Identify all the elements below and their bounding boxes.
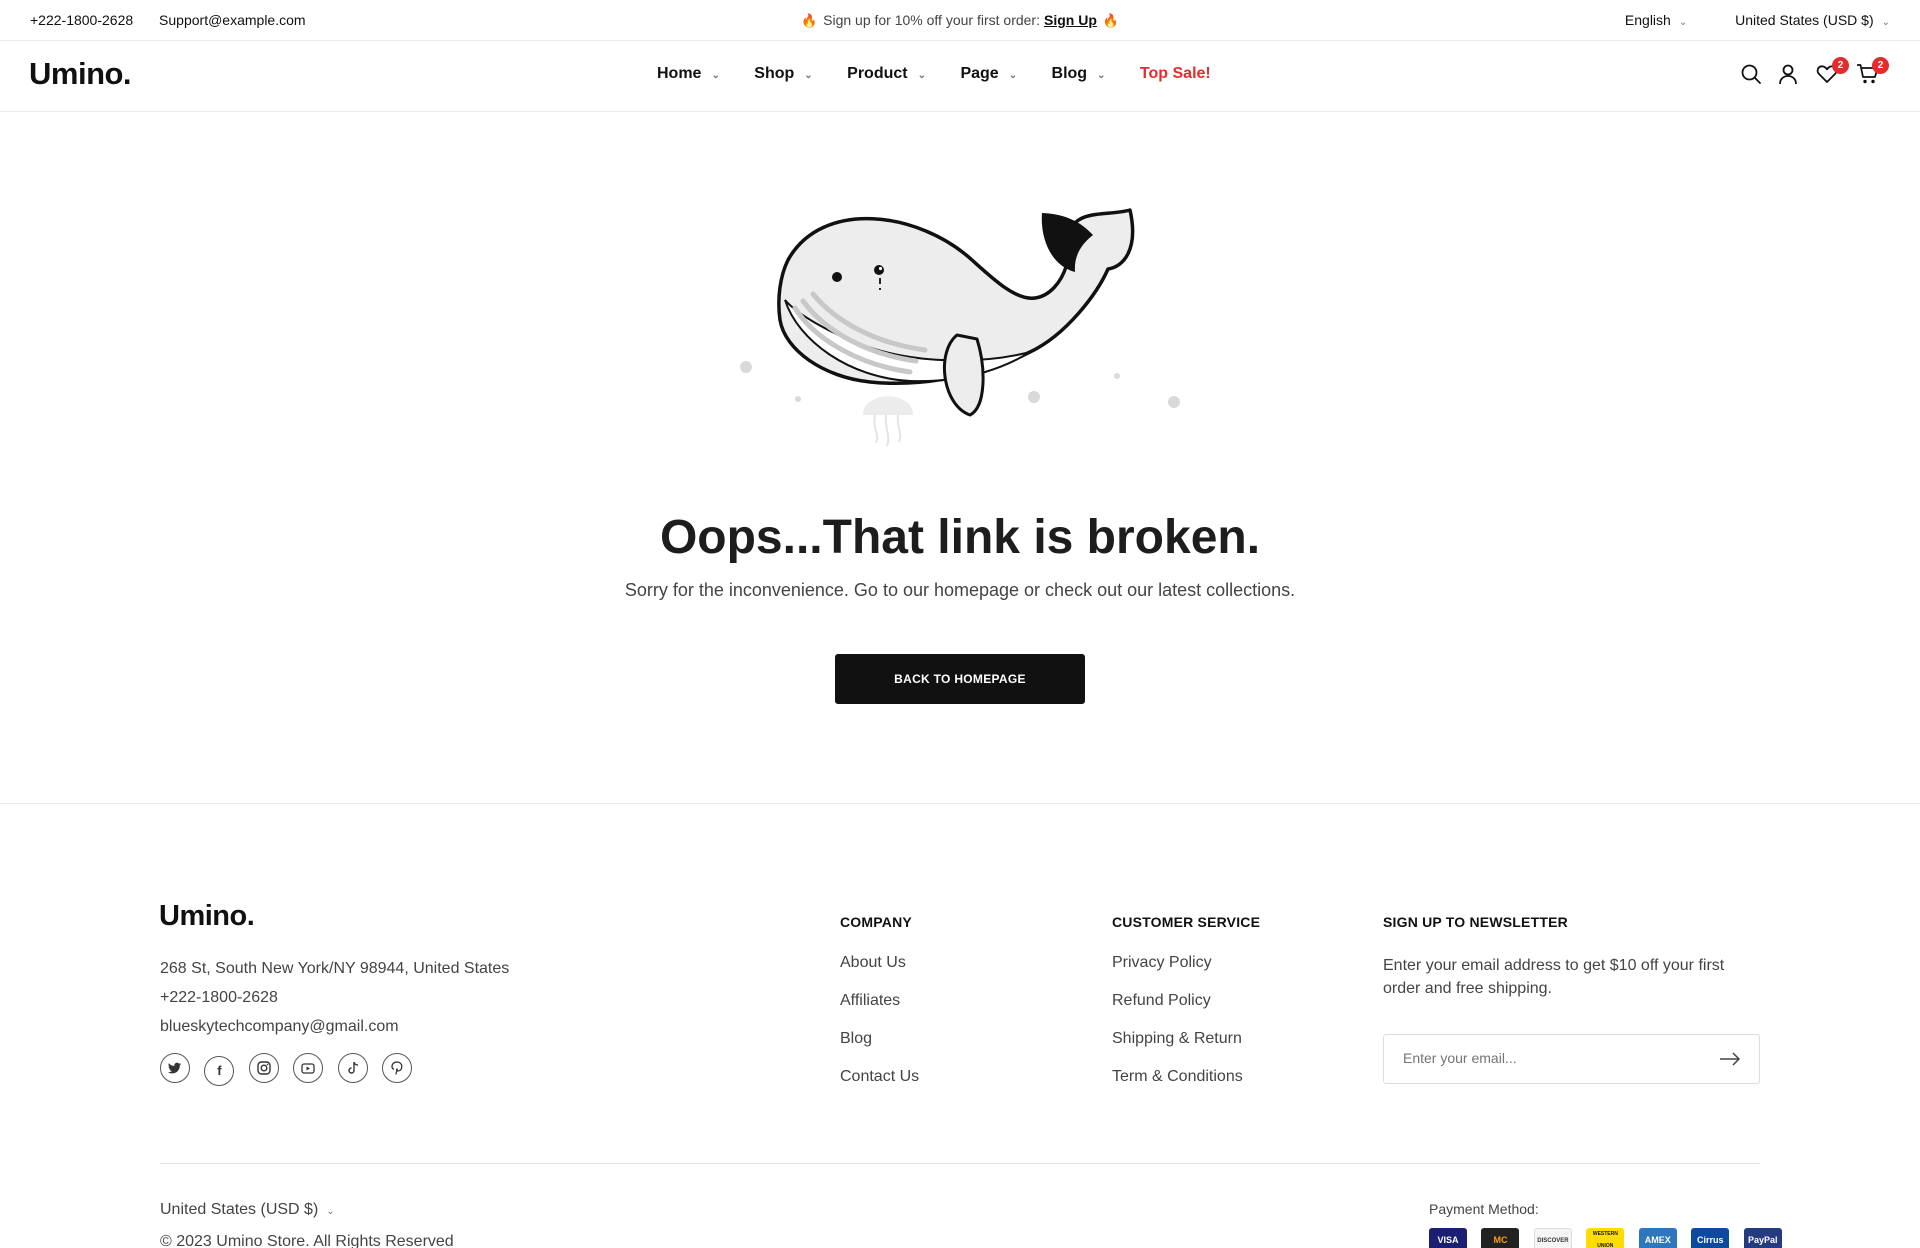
footer-newsletter-column: SIGN UP TO NEWSLETTER Enter your email a… [1383,914,1763,1000]
back-to-homepage-button[interactable]: BACK TO HOMEPAGE [835,654,1085,704]
currency-select[interactable]: United States (USD $) ⌄ [1735,12,1890,28]
twitter-icon[interactable] [160,1053,190,1083]
footer-contact: 268 St, South New York/NY 98944, United … [160,954,509,1041]
chevron-down-icon: ⌄ [711,70,720,81]
chevron-down-icon: ⌄ [1678,17,1688,28]
footer-logo[interactable]: Umino. [159,900,255,933]
chevron-down-icon: ⌄ [1881,17,1890,28]
newsletter-form [1383,1034,1760,1084]
fire-icon: 🔥 [800,13,818,28]
nav-product[interactable]: Product ⌄ [847,65,926,83]
site-logo[interactable]: Umino. [29,56,132,92]
locale-selectors: English ⌄ United States (USD $) ⌄ [1625,12,1890,28]
footer-link-blog[interactable]: Blog [840,1030,919,1050]
nav-label: Product [847,65,908,82]
footer-email[interactable]: blueskytechcompany@gmail.com [160,1012,509,1041]
fire-icon: 🔥 [1102,13,1120,28]
mastercard-icon: MC [1481,1228,1520,1248]
nav-page[interactable]: Page ⌄ [960,65,1017,83]
top-bar: +222-1800-2628 Support@example.com 🔥 Sign… [0,0,1920,41]
nav-label: Blog [1051,65,1088,82]
footer-link-about[interactable]: About Us [840,954,919,974]
newsletter-email-input[interactable] [1403,1050,1703,1066]
currency-label: United States (USD $) [1735,12,1874,28]
promo-text: Sign up for 10% off your first order: [823,12,1040,28]
copyright-text: © 2023 Umino Store. All Rights Reserved [160,1233,454,1248]
chevron-down-icon: ⌄ [1097,70,1106,81]
footer-link-shipping[interactable]: Shipping & Return [1112,1030,1260,1050]
wishlist-button[interactable]: 2 [1816,57,1849,87]
nav-top-sale[interactable]: Top Sale! [1140,65,1211,83]
visa-card-icon: VISA [1429,1228,1467,1248]
chevron-down-icon: ⌄ [1008,70,1018,81]
footer-phone[interactable]: +222-1800-2628 [160,983,509,1012]
paypal-card-icon: PayPal [1743,1228,1782,1248]
payment-method-label: Payment Method: [1429,1201,1539,1217]
error-title: Oops...That link is broken. [659,511,1261,564]
error-subtitle: Sorry for the inconvenience. Go to our h… [624,580,1296,600]
whale-illustration [740,208,1180,447]
chevron-down-icon: ⌄ [326,1206,335,1217]
footer-link-refund[interactable]: Refund Policy [1112,992,1260,1012]
promo-signup-link[interactable]: Sign Up [1044,12,1097,28]
footer-link-terms[interactable]: Term & Conditions [1112,1068,1260,1088]
footer-newsletter-text: Enter your email address to get $10 off … [1383,957,1725,997]
nav-label: Shop [754,65,795,82]
footer-divider [160,1163,1760,1164]
nav-label: Home [657,65,702,82]
youtube-icon[interactable] [293,1053,324,1083]
nav-home[interactable]: Home ⌄ [657,65,720,83]
footer-link-contact[interactable]: Contact Us [840,1068,919,1088]
footer-company-column: COMPANY About Us Affiliates Blog Contact… [840,914,919,1106]
footer-service-heading: CUSTOMER SERVICE [1112,914,1261,930]
discover-card-icon: DISCOVER [1533,1228,1572,1248]
nav-blog[interactable]: Blog ⌄ [1052,65,1106,83]
payment-cards: VISA MC DISCOVER WESTERN UNION AMEX Cirr… [1429,1228,1792,1248]
language-label: English [1624,12,1671,28]
footer-company-heading: COMPANY [840,914,912,930]
main-nav: Home ⌄ Shop ⌄ Product ⌄ Page ⌄ Blog ⌄ Top Sal… [657,65,1241,83]
facebook-icon[interactable]: f [204,1056,235,1086]
footer-address: 268 St, South New York/NY 98944, United … [160,960,510,977]
footer-link-privacy[interactable]: Privacy Policy [1112,954,1260,974]
cirrus-card-icon: Cirrus [1691,1228,1730,1248]
chevron-down-icon: ⌄ [804,70,813,81]
pinterest-icon[interactable] [382,1053,413,1083]
site-header: Umino. Home ⌄ Shop ⌄ Product ⌄ Page ⌄ Blog ⌄ … [0,41,1920,112]
user-icon[interactable] [1777,63,1801,87]
footer-newsletter-heading: SIGN UP TO NEWSLETTER [1383,914,1568,930]
header-actions: 2 2 [1740,57,1890,91]
footer-link-affiliates[interactable]: Affiliates [840,992,919,1012]
chevron-down-icon: ⌄ [917,70,926,81]
amex-card-icon: AMEX [1638,1228,1677,1248]
western-union-icon: WESTERN UNION [1586,1228,1625,1248]
cart-button[interactable]: 2 [1856,57,1889,87]
arrow-right-icon[interactable] [1719,1051,1741,1067]
footer-currency-label: United States (USD $) [160,1201,319,1218]
social-links: f [160,1053,422,1086]
wishlist-count-badge: 2 [1832,57,1849,74]
search-icon[interactable] [1740,63,1764,87]
footer-service-column: CUSTOMER SERVICE Privacy Policy Refund P… [1112,914,1260,1106]
nav-shop[interactable]: Shop ⌄ [754,65,812,83]
instagram-icon[interactable] [248,1053,279,1083]
tiktok-icon[interactable] [337,1053,368,1083]
language-select[interactable]: English ⌄ [1625,12,1687,28]
nav-label: Page [960,65,999,82]
footer-currency-select[interactable]: United States (USD $) ⌄ [160,1201,335,1219]
section-divider [0,803,1920,804]
cart-count-badge: 2 [1872,57,1889,74]
